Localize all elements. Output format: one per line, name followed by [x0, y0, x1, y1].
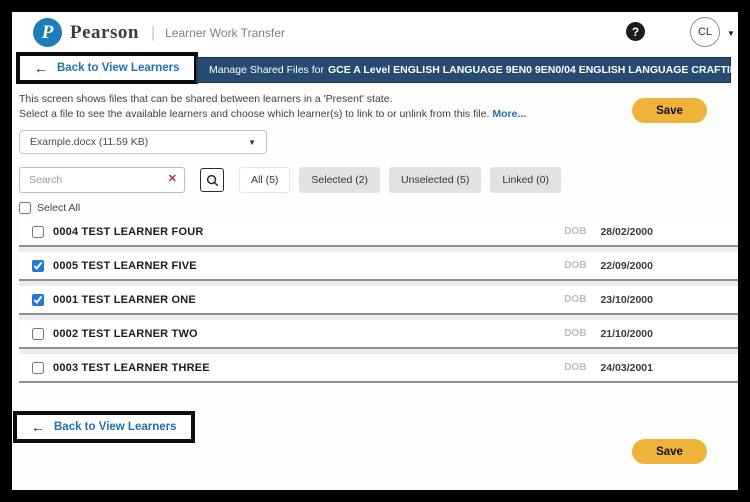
banner-prefix: Manage Shared Files for	[209, 64, 324, 76]
banner-subject: GCE A Level ENGLISH LANGUAGE 9EN0 9EN0/0…	[328, 64, 738, 76]
learner-name: 0002 TEST LEARNER TWO	[53, 328, 198, 340]
dob-label: DOB	[564, 328, 586, 339]
back-link-label: Back to View Learners	[54, 421, 177, 433]
dob-value: 28/02/2000	[600, 226, 653, 238]
select-all-label: Select All	[37, 202, 80, 214]
avatar-chevron-down-icon[interactable]: ▼	[727, 29, 735, 38]
dob-value: 23/10/2000	[600, 294, 653, 306]
avatar[interactable]: CL	[690, 17, 720, 47]
app-header: P Pearson | Learner Work Transfer ? CL ▼	[12, 12, 738, 54]
learner-row[interactable]: 0005 TEST LEARNER FIVE DOB 22/09/2000	[19, 252, 738, 281]
back-to-view-learners-link-bottom[interactable]: ← Back to View Learners	[13, 411, 195, 443]
dob-value: 21/10/2000	[600, 328, 653, 340]
dob-label: DOB	[564, 226, 586, 237]
learner-row[interactable]: 0001 TEST LEARNER ONE DOB 23/10/2000	[19, 286, 738, 315]
learner-checkbox[interactable]	[32, 362, 44, 374]
app-window: P Pearson | Learner Work Transfer ? CL ▼…	[12, 12, 738, 490]
learner-row[interactable]: 0003 TEST LEARNER THREE DOB 24/03/2001	[19, 354, 738, 383]
brand-logo: P Pearson | Learner Work Transfer	[33, 18, 285, 47]
learner-checkbox[interactable]	[32, 226, 44, 238]
dob-label: DOB	[564, 362, 586, 373]
help-icon[interactable]: ?	[626, 22, 645, 41]
more-link[interactable]: More...	[492, 108, 526, 120]
learner-row[interactable]: 0002 TEST LEARNER TWO DOB 21/10/2000	[19, 320, 738, 349]
learner-checkbox[interactable]	[32, 328, 44, 340]
dob-value: 22/09/2000	[600, 260, 653, 272]
search-row: ✕ All (5) Selected (2) Unselected (5) Li…	[19, 167, 731, 193]
intro-line-1: This screen shows files that can be shar…	[19, 92, 526, 107]
search-wrap: ✕	[19, 167, 185, 193]
learner-row[interactable]: 0004 TEST LEARNER FOUR DOB 28/02/2000	[19, 218, 738, 247]
filter-all[interactable]: All (5)	[239, 167, 290, 193]
filter-unselected[interactable]: Unselected (5)	[389, 167, 481, 193]
back-arrow-icon: ←	[31, 419, 45, 435]
search-button[interactable]	[200, 168, 224, 192]
intro-text: This screen shows files that can be shar…	[19, 92, 526, 122]
search-input[interactable]	[19, 167, 185, 193]
save-button-top[interactable]: Save	[632, 98, 707, 123]
pearson-logo-icon: P	[33, 18, 62, 47]
filter-chips: All (5) Selected (2) Unselected (5) Link…	[239, 167, 561, 193]
dob-value: 24/03/2001	[600, 362, 653, 374]
back-arrow-icon: ←	[34, 60, 48, 76]
brand-divider: |	[151, 24, 155, 42]
learner-checkbox[interactable]	[32, 294, 44, 306]
dob-label: DOB	[564, 260, 586, 271]
search-icon	[206, 174, 219, 187]
learner-name: 0004 TEST LEARNER FOUR	[53, 226, 203, 238]
select-all[interactable]: Select All	[19, 202, 80, 214]
dropdown-caret-icon: ▼	[248, 138, 256, 147]
filter-linked[interactable]: Linked (0)	[490, 167, 561, 193]
app-title: Learner Work Transfer	[165, 26, 285, 40]
learner-name: 0001 TEST LEARNER ONE	[53, 294, 196, 306]
save-button-bottom[interactable]: Save	[632, 439, 707, 464]
learner-name: 0003 TEST LEARNER THREE	[53, 362, 210, 374]
file-dropdown-value: Example.docx (11.59 KB)	[30, 136, 148, 148]
learner-name: 0005 TEST LEARNER FIVE	[53, 260, 197, 272]
select-all-checkbox[interactable]	[19, 202, 31, 214]
dob-label: DOB	[564, 294, 586, 305]
learner-checkbox[interactable]	[32, 260, 44, 272]
clear-search-icon[interactable]: ✕	[168, 173, 177, 186]
learner-list: 0004 TEST LEARNER FOUR DOB 28/02/2000 00…	[19, 218, 738, 383]
manage-shared-files-banner: Manage Shared Files for GCE A Level ENGL…	[196, 57, 731, 83]
filter-selected[interactable]: Selected (2)	[299, 167, 380, 193]
intro-line-2: Select a file to see the available learn…	[19, 107, 526, 122]
back-to-view-learners-link-top[interactable]: ← Back to View Learners	[16, 52, 198, 84]
file-dropdown[interactable]: Example.docx (11.59 KB) ▼	[19, 130, 267, 154]
brand-name: Pearson	[70, 22, 139, 44]
back-link-label: Back to View Learners	[57, 62, 180, 74]
